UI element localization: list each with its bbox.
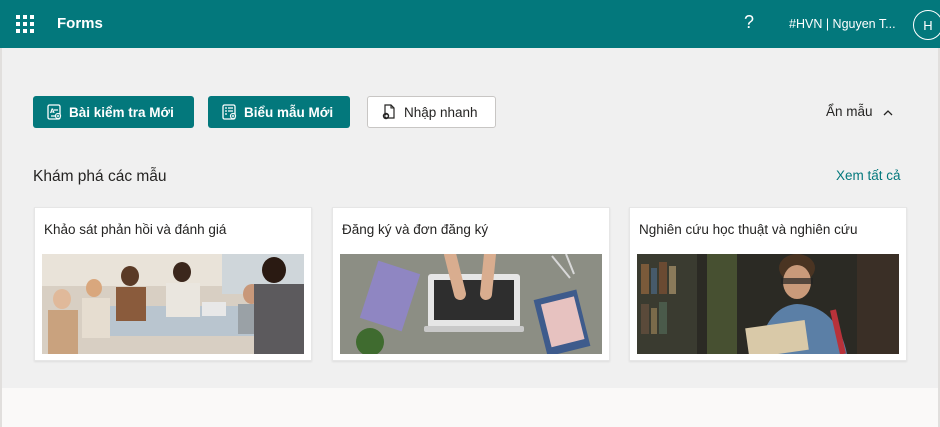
top-app-bar: Forms ? #HVN | Nguyen T... H — [0, 0, 940, 48]
main-content: A Bài kiểm tra Mới Biểu mẫu Mới Nhập nha… — [2, 48, 938, 388]
template-card-title: Nghiên cứu học thuật và nghiên cứu — [639, 222, 858, 237]
new-form-label: Biểu mẫu Mới — [244, 104, 334, 120]
hide-templates-label: Ẩn mẫu — [826, 104, 873, 119]
template-card-research[interactable]: Nghiên cứu học thuật và nghiên cứu — [629, 207, 907, 361]
quiz-icon: A — [45, 103, 63, 121]
student-reading-library-photo — [637, 254, 899, 354]
template-card-survey[interactable]: Khảo sát phản hồi và đánh giá — [34, 207, 312, 361]
template-card-title: Đăng ký và đơn đăng ký — [342, 222, 489, 237]
new-quiz-button[interactable]: A Bài kiểm tra Mới — [33, 96, 194, 128]
quick-import-label: Nhập nhanh — [404, 104, 478, 120]
chevron-up-icon — [883, 104, 893, 119]
template-card-registration[interactable]: Đăng ký và đơn đăng ký — [332, 207, 610, 361]
quick-import-button[interactable]: Nhập nhanh — [367, 96, 496, 128]
app-launcher-icon[interactable] — [16, 15, 34, 33]
help-icon[interactable]: ? — [744, 12, 754, 33]
account-name[interactable]: #HVN | Nguyen T... — [789, 17, 896, 31]
svg-text:A: A — [50, 108, 55, 115]
form-icon — [220, 103, 238, 121]
avatar[interactable]: H — [913, 10, 940, 40]
people-meeting-photo — [42, 254, 304, 354]
import-icon — [380, 103, 398, 121]
new-form-button[interactable]: Biểu mẫu Mới — [208, 96, 350, 128]
app-name[interactable]: Forms — [57, 15, 103, 32]
section-title: Khám phá các mẫu — [33, 168, 167, 185]
hide-templates-toggle[interactable]: Ẩn mẫu — [826, 104, 893, 119]
template-card-title: Khảo sát phản hồi và đánh giá — [44, 222, 227, 237]
see-all-link[interactable]: Xem tất cả — [836, 168, 901, 183]
new-quiz-label: Bài kiểm tra Mới — [69, 104, 174, 120]
laptop-notebooks-photo — [340, 254, 602, 354]
